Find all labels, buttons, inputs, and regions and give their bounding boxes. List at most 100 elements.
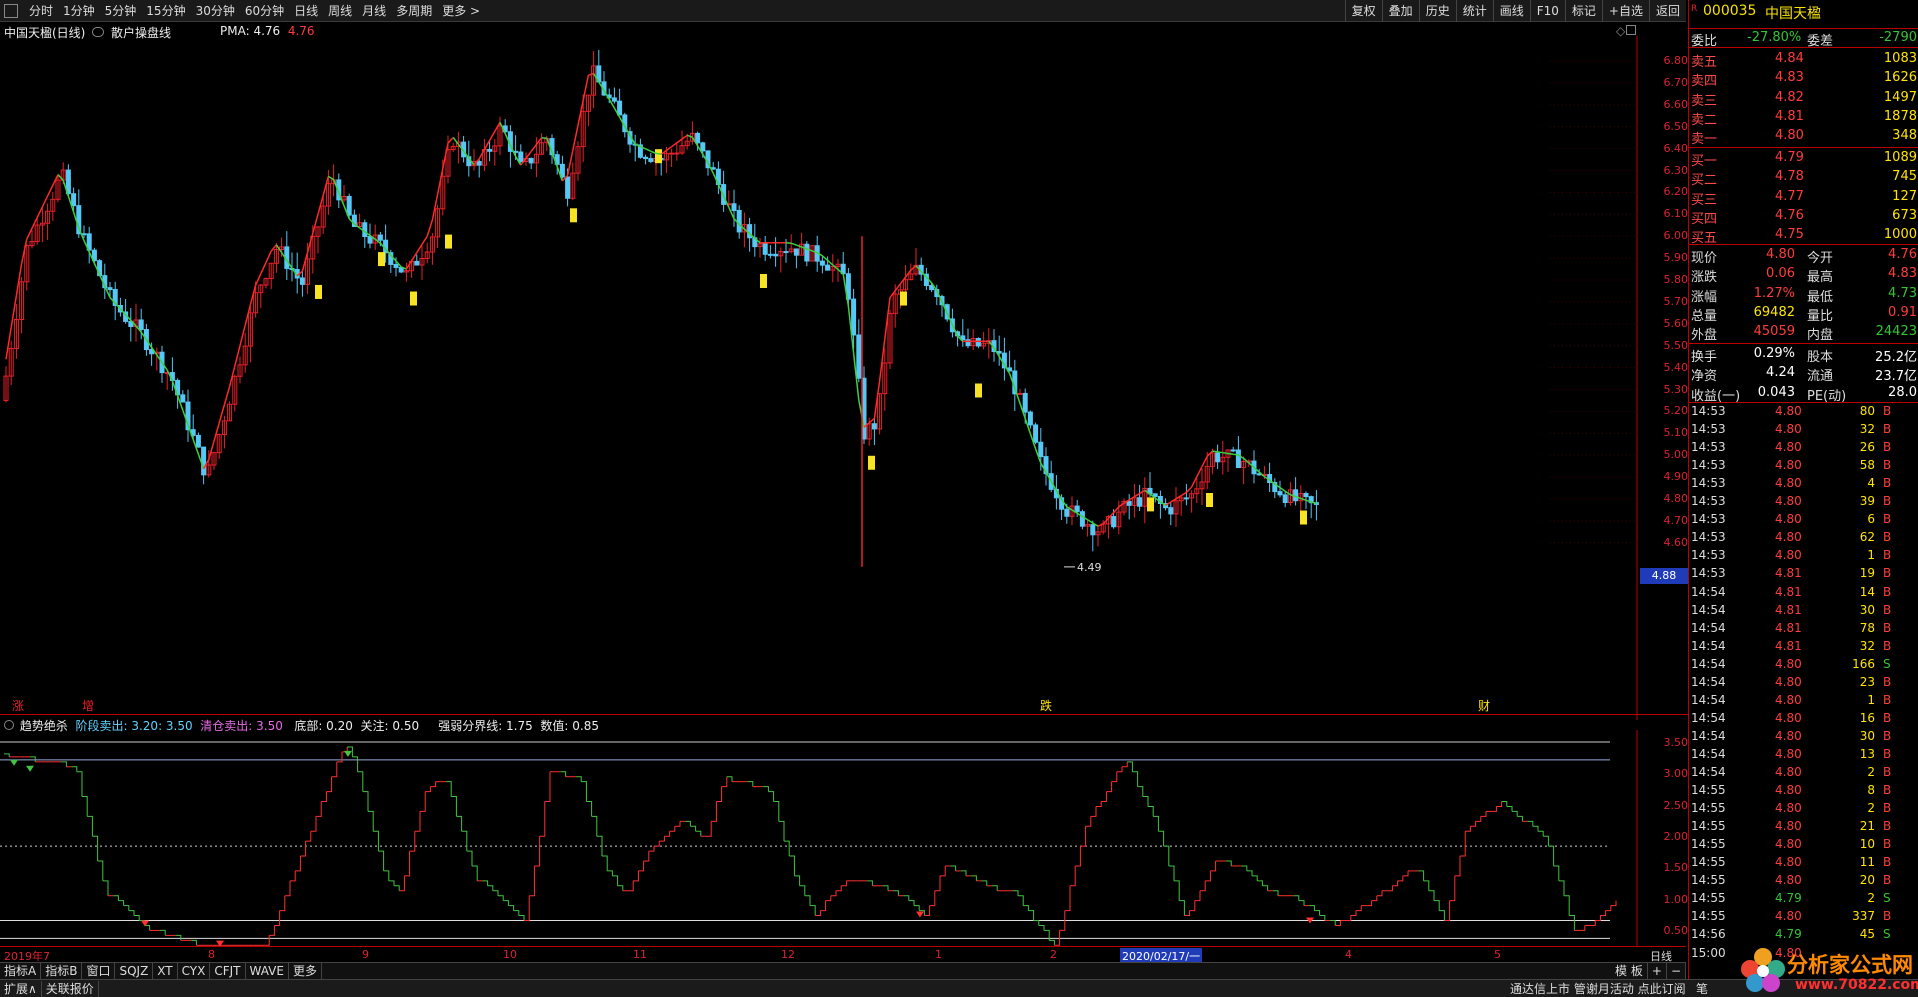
trend-segment <box>488 131 496 141</box>
ask-row: 卖二 4.81 1878 <box>1691 108 1917 128</box>
period-tab[interactable]: 更多 > <box>437 2 485 19</box>
trend-segment <box>1102 517 1109 525</box>
toolbar-button[interactable]: 画线 <box>1492 0 1530 22</box>
toolbar-button[interactable]: 返回 <box>1648 0 1686 22</box>
candle-body <box>1090 524 1096 536</box>
trend-segment <box>899 276 907 285</box>
toolbar-button[interactable]: 叠加 <box>1381 0 1419 22</box>
candle-body <box>1033 424 1039 443</box>
indicator-tab[interactable]: WAVE <box>246 963 289 979</box>
trend-segment <box>1227 452 1234 455</box>
status-tab[interactable]: 关联报价 <box>42 980 99 997</box>
template-button[interactable]: 模 板 <box>1611 963 1648 979</box>
toolbar-button[interactable]: 历史 <box>1418 0 1456 22</box>
indicator-separator <box>0 714 1688 715</box>
period-tab[interactable]: 日线 <box>289 2 323 19</box>
period-tab[interactable]: 月线 <box>357 2 391 19</box>
news-ticker[interactable]: 通达信上市 管谢月活动 点此订阅 <box>1510 980 1686 997</box>
stat-row: 涨幅 1.27% 最低 4.73 <box>1691 285 1917 305</box>
indicator-chart[interactable] <box>0 730 1640 946</box>
signal-block <box>445 234 452 249</box>
trend-segment <box>588 72 594 76</box>
period-tab[interactable]: 分时 <box>24 2 58 19</box>
tick-row: 14:54 4.80 30 B <box>1691 728 1892 743</box>
trend-segment <box>478 149 486 160</box>
indicator-step <box>841 880 847 887</box>
indicator-step <box>1538 830 1544 837</box>
template-button[interactable]: + <box>1648 963 1667 979</box>
status-tab[interactable]: 扩展∧ <box>0 980 42 997</box>
indicator-step <box>940 865 946 877</box>
trend-segment <box>5 327 12 360</box>
toolbar-button[interactable]: 统计 <box>1455 0 1493 22</box>
indicator-step <box>1335 920 1341 926</box>
price-tick: 5.40 <box>1663 360 1689 374</box>
indicator-toggle-icon[interactable] <box>4 720 14 730</box>
candle-body <box>793 248 799 256</box>
trend-segment <box>223 386 231 405</box>
quote-panel: R 000035 中国天楹 委比 -27.80% 委差 -2790 卖五 4.84… <box>1688 0 1918 979</box>
candle-body <box>819 260 825 266</box>
indicator-step <box>950 865 957 871</box>
indicator-step <box>784 840 790 857</box>
tick-row: 14:55 4.79 2 S <box>1691 891 1891 906</box>
status-right[interactable]: 笔 <box>1696 980 1708 997</box>
period-tab[interactable]: 60分钟 <box>240 2 289 19</box>
indicator-tab[interactable]: XT <box>153 963 178 979</box>
indicator-tick: 1.50 <box>1663 861 1689 875</box>
trend-segment <box>405 260 413 270</box>
toolbar-button[interactable]: F10 <box>1529 0 1565 22</box>
divider <box>1689 244 1918 245</box>
indicator-tab[interactable]: 窗口 <box>82 963 116 979</box>
signal-arrow <box>916 911 924 918</box>
template-button[interactable]: − <box>1667 963 1686 979</box>
indicator-step <box>669 826 676 832</box>
candle-body <box>1277 491 1283 496</box>
trend-segment <box>910 265 917 271</box>
candle-body <box>201 446 207 476</box>
indicator-step <box>773 801 780 822</box>
trend-segment <box>878 339 886 382</box>
candle-body <box>674 152 680 155</box>
indicator-step <box>1434 900 1440 911</box>
toolbar-button[interactable]: 标记 <box>1564 0 1602 22</box>
indicator-tabs: 模 板 + − 指标A 指标B 窗口 SQJZ XT CYX CFJT WAVE 更多 <box>0 962 1686 979</box>
trend-segment <box>1128 496 1135 501</box>
tick-row: 14:54 4.80 1 B <box>1691 692 1892 707</box>
price-tick: 5.30 <box>1663 382 1689 396</box>
indicator-step <box>1168 865 1175 881</box>
trend-segment <box>15 263 23 296</box>
panel-toggle[interactable] <box>4 3 18 18</box>
trend-segment <box>1206 450 1213 457</box>
indicator-step <box>362 791 369 812</box>
indicator-tab[interactable]: CFJT <box>210 963 246 979</box>
indicator-tab[interactable]: 更多 <box>289 963 322 979</box>
indicator-tab[interactable]: 指标B <box>41 963 83 979</box>
indicator-step <box>352 756 359 772</box>
indicator-tab[interactable]: SQJZ <box>115 963 154 979</box>
indicator-step <box>1350 910 1357 917</box>
period-tab[interactable]: 15分钟 <box>141 2 190 19</box>
maximize-icon[interactable] <box>1626 25 1636 35</box>
trend-segment <box>213 422 220 442</box>
indicator-step <box>1610 900 1617 907</box>
period-tab[interactable]: 30分钟 <box>191 2 240 19</box>
trend-segment <box>535 137 543 146</box>
period-tab[interactable]: 5分钟 <box>100 2 142 19</box>
price-tick: 5.70 <box>1663 294 1689 308</box>
period-tab[interactable]: 1分钟 <box>58 2 100 19</box>
toolbar-button[interactable]: 复权 <box>1344 0 1382 22</box>
period-tab[interactable]: 多周期 <box>391 2 437 19</box>
signal-arrow <box>344 750 352 757</box>
indicator-step <box>310 816 317 832</box>
period-tab[interactable]: 周线 <box>323 2 357 19</box>
indicator-step <box>1252 875 1258 881</box>
signal-block <box>760 274 767 288</box>
indicator-tab[interactable]: 指标A <box>0 963 42 979</box>
candlestick-chart[interactable]: 6.944.49涨增跌财 <box>0 36 1640 720</box>
toolbar-button[interactable]: +自选 <box>1601 0 1649 22</box>
indicator-tab[interactable]: CYX <box>178 963 211 979</box>
tick-row: 14:55 4.80 337 B <box>1691 909 1892 924</box>
tick-row: 14:53 4.80 39 B <box>1691 494 1892 509</box>
indicator-step <box>1345 915 1352 921</box>
